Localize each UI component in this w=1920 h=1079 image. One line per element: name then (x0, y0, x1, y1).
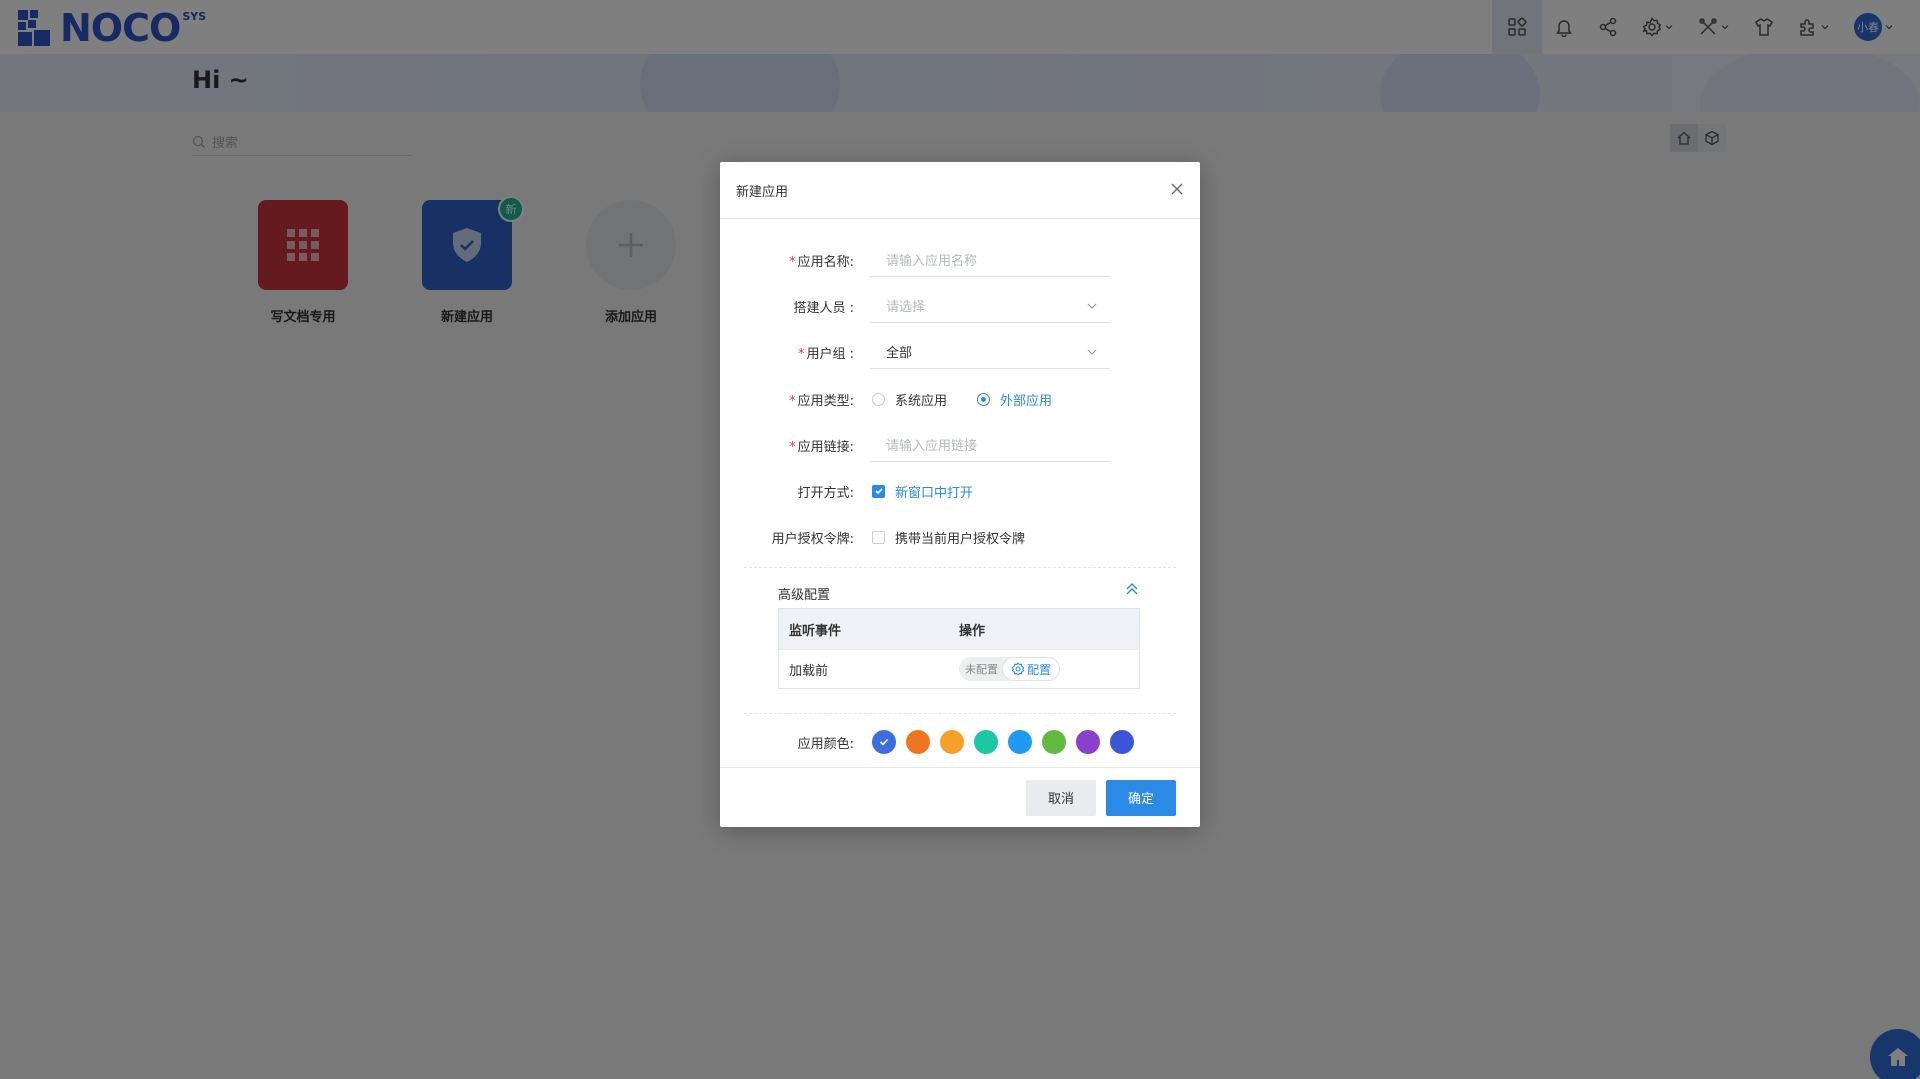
advanced-config-title: 高级配置 (778, 588, 831, 603)
builder-label: 搭建人员 : (793, 300, 854, 316)
app-name-label: * 应用名称: (789, 254, 854, 270)
color-swatch[interactable] (1042, 730, 1066, 754)
section-divider (744, 713, 1176, 714)
app-link-row: * 应用链接: 请输入应用链接 (720, 422, 1200, 468)
status-text: 未配置 (965, 663, 998, 676)
token-checkbox[interactable]: 携带当前用户授权令牌 (872, 528, 1025, 547)
table-header: 监听事件 操作 (779, 609, 1139, 649)
dialog-header: 新建应用 (720, 162, 1200, 219)
app-name-input[interactable]: 请输入应用名称 (870, 243, 1110, 277)
config-status: 未配置 配置 (959, 657, 1061, 681)
token-row: 用户授权令牌: 携带当前用户授权令牌 (720, 514, 1200, 560)
open-mode-row: 打开方式: 新窗口中打开 (720, 468, 1200, 514)
color-swatch[interactable] (1008, 730, 1032, 754)
close-button[interactable] (1170, 181, 1184, 200)
token-label: 用户授权令牌: (771, 531, 854, 547)
app-color-label: 应用颜色: (797, 736, 854, 752)
app-type-label: * 应用类型: (789, 393, 854, 409)
double-chevron-up-icon (1126, 583, 1138, 595)
close-icon (1171, 183, 1183, 194)
new-app-dialog: 新建应用 * 应用名称: 请输入应用名称 搭建人员 : 请选择 * 用户组 : 全部… (720, 162, 1200, 827)
check-icon (874, 488, 883, 495)
event-action-cell: 未配置 配置 (959, 657, 1139, 681)
event-table: 监听事件 操作 加载前 未配置 配置 (778, 608, 1140, 689)
app-name-row: * 应用名称: 请输入应用名称 (720, 237, 1200, 283)
app-color-row: 应用颜色: (720, 719, 1200, 765)
gear-icon (1011, 662, 1025, 676)
user-group-row: * 用户组 : 全部 (720, 329, 1200, 375)
dialog-title: 新建应用 (736, 184, 789, 200)
user-group-select[interactable]: 全部 (870, 335, 1110, 369)
configure-button[interactable]: 配置 (1002, 657, 1061, 681)
new-window-checkbox[interactable]: 新窗口中打开 (872, 482, 973, 501)
dialog-body: * 应用名称: 请输入应用名称 搭建人员 : 请选择 * 用户组 : 全部 * 应用类… (720, 219, 1200, 767)
radio-system-app[interactable]: 系统应用 (872, 390, 947, 409)
column-header: 监听事件 (789, 623, 842, 639)
radio-external-app[interactable]: 外部应用 (977, 390, 1052, 409)
app-link-input[interactable]: 请输入应用链接 (870, 428, 1110, 462)
builder-row: 搭建人员 : 请选择 (720, 283, 1200, 329)
color-swatch[interactable] (1110, 730, 1134, 754)
color-swatch[interactable] (940, 730, 964, 754)
event-name: 加载前 (789, 663, 829, 679)
open-mode-label: 打开方式: (797, 485, 854, 501)
table-row: 加载前 未配置 配置 (779, 649, 1139, 688)
app-link-label: * 应用链接: (789, 439, 854, 455)
column-header: 操作 (959, 623, 986, 639)
app-type-radio-group: 系统应用 外部应用 (872, 390, 1082, 409)
color-swatch[interactable] (974, 730, 998, 754)
chevron-down-icon (1087, 349, 1097, 355)
section-divider (744, 567, 1176, 568)
color-swatch[interactable] (1076, 730, 1100, 754)
dialog-footer: 取消 确定 (720, 767, 1200, 827)
color-swatch[interactable] (872, 730, 896, 754)
app-type-row: * 应用类型: 系统应用 外部应用 (720, 376, 1200, 422)
cancel-button[interactable]: 取消 (1026, 779, 1096, 816)
chevron-down-icon (1087, 303, 1097, 309)
user-group-label: * 用户组 : (797, 346, 854, 362)
color-swatches (872, 730, 1144, 754)
check-icon (879, 738, 889, 746)
color-swatch[interactable] (906, 730, 930, 754)
collapse-toggle[interactable] (1124, 581, 1140, 597)
confirm-button[interactable]: 确定 (1106, 779, 1176, 816)
builder-select[interactable]: 请选择 (870, 289, 1110, 323)
